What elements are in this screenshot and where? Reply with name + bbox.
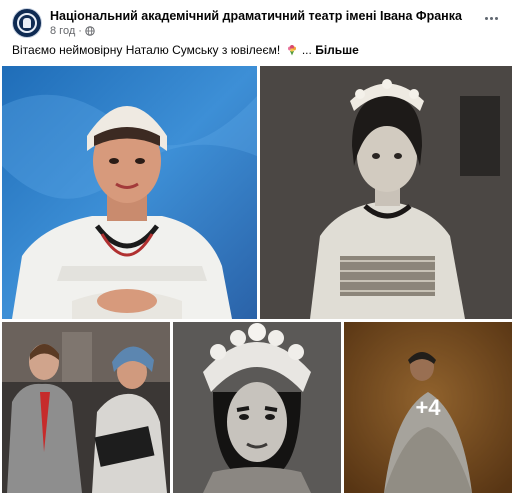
see-more-link[interactable]: Більше (315, 43, 359, 57)
page-avatar[interactable] (12, 8, 42, 38)
photo-vintage-child[interactable] (260, 66, 512, 319)
photo-more-gallery[interactable]: +4 (344, 322, 512, 493)
post-message: Вітаємо неймовірну Наталю Сумську з ювіл… (12, 43, 281, 57)
photo-stage-scene[interactable] (2, 322, 170, 493)
post-text: Вітаємо неймовірну Наталю Сумську з ювіл… (12, 43, 359, 57)
ellipsis: ... (301, 43, 312, 57)
post-header: Національний академічний драматичний теа… (0, 0, 515, 40)
more-options-icon[interactable] (481, 10, 501, 26)
photo-portrait-stage[interactable] (2, 66, 257, 319)
page-name-link[interactable]: Національний академічний драматичний теа… (50, 9, 462, 23)
meta-separator: · (78, 25, 82, 37)
more-photos-count: +4 (415, 394, 441, 420)
post-meta: 8 год · (50, 25, 95, 37)
globe-icon (85, 26, 95, 36)
bouquet-icon (287, 45, 296, 56)
photo-bw-portrait[interactable] (173, 322, 341, 493)
more-photos-overlay[interactable]: +4 (344, 322, 512, 493)
post-time[interactable]: 8 год (50, 25, 75, 37)
